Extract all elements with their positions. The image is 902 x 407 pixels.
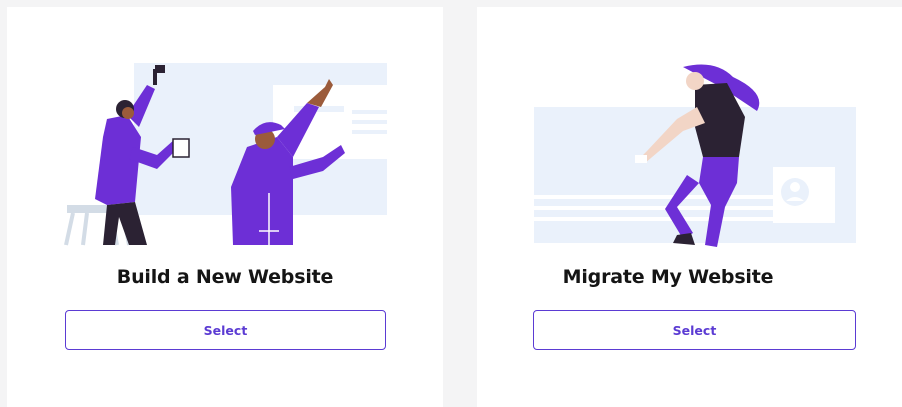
- option-card-migrate[interactable]: Migrate My Website Select: [477, 7, 902, 407]
- build-website-title: Build a New Website: [116, 266, 334, 288]
- build-website-illustration: [64, 63, 387, 246]
- option-card-build[interactable]: Build a New Website Select: [7, 7, 443, 407]
- migrate-website-select-button[interactable]: Select: [533, 310, 856, 350]
- build-website-select-button[interactable]: Select: [65, 310, 386, 350]
- migrate-website-illustration: [534, 64, 856, 247]
- migrate-website-title: Migrate My Website: [562, 266, 774, 288]
